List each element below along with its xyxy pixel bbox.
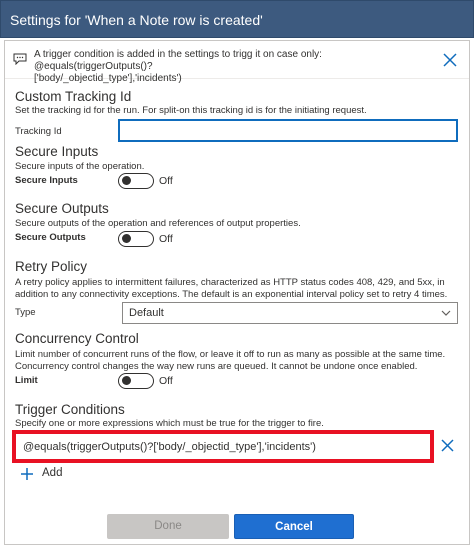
close-icon[interactable] <box>443 53 457 67</box>
trigger-condition-value: @equals(triggerOutputs()?['body/_objecti… <box>23 441 316 453</box>
secure-outputs-title: Secure Outputs <box>15 201 109 216</box>
tracking-id-label: Tracking Id <box>15 126 62 137</box>
concurrency-description-line2: Concurrency control changes the way new … <box>15 361 418 372</box>
comment-icon <box>13 53 27 65</box>
trigger-conditions-title: Trigger Conditions <box>15 402 125 417</box>
info-message-line1: A trigger condition is added in the sett… <box>34 49 322 72</box>
concurrency-limit-state: Off <box>159 375 173 387</box>
concurrency-description-line1: Limit number of concurrent runs of the f… <box>15 349 446 360</box>
close-icon[interactable] <box>441 439 454 452</box>
settings-panel: A trigger condition is added in the sett… <box>4 40 470 545</box>
retry-type-value: Default <box>129 307 164 319</box>
tracking-id-input[interactable] <box>118 119 458 142</box>
secure-outputs-state: Off <box>159 233 173 245</box>
retry-type-label: Type <box>15 307 36 318</box>
add-condition-label: Add <box>42 467 63 479</box>
info-message: A trigger condition is added in the sett… <box>34 49 434 85</box>
toggle-knob <box>122 234 131 243</box>
tracking-section-title: Custom Tracking Id <box>15 89 132 104</box>
chevron-down-icon <box>441 310 451 316</box>
retry-policy-description: A retry policy applies to intermittent f… <box>15 277 455 301</box>
secure-inputs-title: Secure Inputs <box>15 144 99 159</box>
concurrency-title: Concurrency Control <box>15 331 139 346</box>
done-button[interactable]: Done <box>107 514 229 539</box>
retry-description-line2: addition to any connectivity exceptions.… <box>15 289 448 300</box>
concurrency-limit-label: Limit <box>15 375 38 386</box>
info-bar: A trigger condition is added in the sett… <box>5 41 469 84</box>
retry-type-select[interactable]: Default <box>122 302 458 324</box>
secure-inputs-toggle[interactable] <box>118 173 154 189</box>
secure-inputs-description: Secure inputs of the operation. <box>15 161 145 172</box>
concurrency-description: Limit number of concurrent runs of the f… <box>15 349 455 373</box>
concurrency-limit-toggle[interactable] <box>118 373 154 389</box>
toggle-knob <box>122 176 131 185</box>
dialog-header: Settings for 'When a Note row is created… <box>0 0 474 38</box>
toggle-knob <box>122 376 131 385</box>
secure-inputs-label: Secure Inputs <box>15 175 78 186</box>
secure-inputs-state: Off <box>159 175 173 187</box>
tracking-description: Set the tracking id for the run. For spl… <box>15 105 367 116</box>
retry-policy-title: Retry Policy <box>15 259 88 274</box>
dialog-title: Settings for 'When a Note row is created… <box>10 12 263 28</box>
plus-icon <box>21 468 33 480</box>
secure-outputs-description: Secure outputs of the operation and refe… <box>15 218 301 229</box>
info-message-line2: ['body/_objectid_type'],'incidents') <box>34 73 182 84</box>
trigger-condition-input[interactable]: @equals(triggerOutputs()?['body/_objecti… <box>12 430 434 463</box>
secure-outputs-label: Secure Outputs <box>15 232 86 243</box>
cancel-button[interactable]: Cancel <box>234 514 354 539</box>
trigger-conditions-description: Specify one or more expressions which mu… <box>15 418 324 429</box>
secure-outputs-toggle[interactable] <box>118 231 154 247</box>
retry-description-line1: A retry policy applies to intermittent f… <box>15 277 445 288</box>
